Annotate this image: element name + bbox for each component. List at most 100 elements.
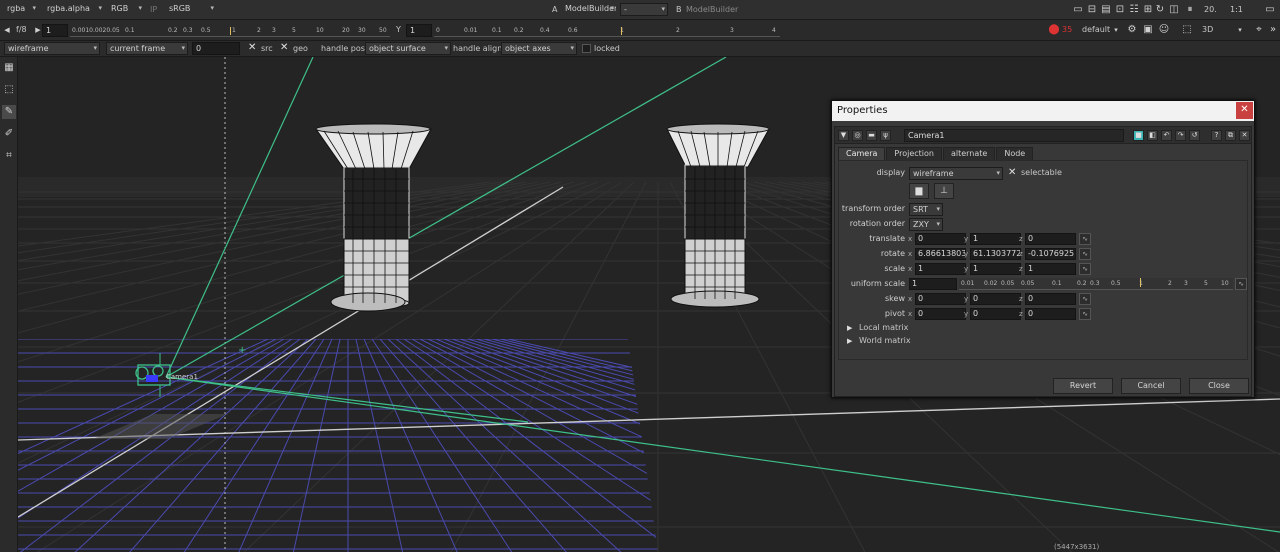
uniform-scale-handle[interactable] xyxy=(1140,278,1141,287)
node-name-field[interactable]: Camera1 xyxy=(904,129,1124,142)
snap-menu-icon[interactable]: ⊥ xyxy=(934,183,954,199)
properties-close-icon[interactable]: ✕ xyxy=(1236,102,1253,119)
gamma-slider-handle[interactable] xyxy=(621,27,622,35)
view-mode-dropdown[interactable]: 3D xyxy=(1202,24,1213,36)
uniform-scale-field[interactable]: 1 xyxy=(909,278,957,290)
gain-slider-handle[interactable] xyxy=(230,27,231,35)
rotate-animation-icon[interactable]: ∿ xyxy=(1079,248,1091,260)
ip-toggle[interactable]: IP xyxy=(150,4,157,16)
rotate-x-field[interactable]: 6.86613803 xyxy=(915,248,966,260)
lut-dropdown[interactable]: default xyxy=(1082,24,1110,36)
tab-camera[interactable]: Camera xyxy=(838,147,886,160)
world-matrix-label[interactable]: World matrix xyxy=(859,335,911,347)
fstop-left-arrow-icon[interactable]: ◀ xyxy=(3,24,11,36)
local-matrix-expand-icon[interactable]: ▶ xyxy=(847,322,852,334)
frame-value-field[interactable]: 0 xyxy=(192,42,240,55)
local-matrix-label[interactable]: Local matrix xyxy=(859,322,908,334)
display-channel-dropdown[interactable]: RGB xyxy=(108,3,144,16)
translate-z-field[interactable]: 0 xyxy=(1025,233,1076,245)
channels-dropdown[interactable]: rgba xyxy=(4,3,38,16)
render-mode-dropdown[interactable]: wireframe xyxy=(4,42,100,55)
selectable-checkbox[interactable]: ✕ xyxy=(1008,167,1016,179)
split-icon[interactable]: ◫ xyxy=(1168,4,1180,16)
fstop-value[interactable]: f/8 xyxy=(16,24,27,36)
float-icon[interactable]: ⧉ xyxy=(1225,130,1236,141)
camera-icon[interactable]: ⌖ xyxy=(1254,24,1264,36)
zoom-dropdown[interactable]: 20. xyxy=(1204,4,1217,16)
select-region-icon[interactable]: ⬚ xyxy=(2,83,16,97)
gain-field[interactable]: 1 xyxy=(42,24,68,37)
close-button[interactable]: Close xyxy=(1189,378,1249,394)
refresh-icon[interactable]: ↻ xyxy=(1154,4,1166,16)
handle-pos-dropdown[interactable]: object surface xyxy=(365,42,451,55)
display-dropdown[interactable]: wireframe xyxy=(909,167,1003,180)
translate-x-field[interactable]: 0 xyxy=(915,233,966,245)
tab-node[interactable]: Node xyxy=(996,147,1034,160)
src-checkbox[interactable]: ✕ xyxy=(248,42,256,54)
safe-area-icon[interactable]: ⬚ xyxy=(1180,24,1194,36)
float-panel-icon[interactable]: ◎ xyxy=(852,130,863,141)
file-menu-icon[interactable]: ▆ xyxy=(909,183,929,199)
cancel-button[interactable]: Cancel xyxy=(1121,378,1181,394)
pivot-z-field[interactable]: 0 xyxy=(1025,308,1076,320)
pivot-y-field[interactable]: 0 xyxy=(970,308,1021,320)
skew-y-field[interactable]: 0 xyxy=(970,293,1021,305)
pivot-x-field[interactable]: 0 xyxy=(915,308,966,320)
handle-align-dropdown[interactable]: object axes xyxy=(501,42,577,55)
geo-checkbox[interactable]: ✕ xyxy=(280,42,288,54)
wrench-icon[interactable]: ✎ xyxy=(2,105,16,119)
skew-z-field[interactable]: 0 xyxy=(1025,293,1076,305)
gl-color-icon[interactable]: ◧ xyxy=(1147,130,1158,141)
frame-mode-dropdown[interactable]: current frame xyxy=(106,42,188,55)
undo-icon[interactable]: ↶ xyxy=(1161,130,1172,141)
rotate-z-field[interactable]: -0.1076925 xyxy=(1025,248,1076,260)
rotate-y-field[interactable]: 61.1303772 xyxy=(970,248,1021,260)
uniform-scale-slider[interactable]: 0.01 0.02 0.05 0.05 0.1 0.2 0.3 0.5 1 2 … xyxy=(959,278,1233,290)
tab-projection[interactable]: Projection xyxy=(886,147,942,160)
collapse-triangle-icon[interactable]: ▼ xyxy=(838,130,849,141)
scale-x-field[interactable]: 1 xyxy=(915,263,966,275)
skew-animation-icon[interactable]: ∿ xyxy=(1079,293,1091,305)
input-b-dropdown[interactable]: ModelBuilder xyxy=(686,4,738,16)
stop-frame[interactable]: 35 xyxy=(1062,24,1072,36)
collapse-icon[interactable]: » xyxy=(1268,24,1278,36)
transform-order-dropdown[interactable]: SRT xyxy=(909,203,943,216)
scale-y-field[interactable]: 1 xyxy=(970,263,1021,275)
input-mode-dropdown[interactable]: - xyxy=(620,3,668,16)
skew-x-field[interactable]: 0 xyxy=(915,293,966,305)
overlay-icon[interactable]: ▤ xyxy=(1100,4,1112,16)
brush-icon[interactable]: ✐ xyxy=(2,127,16,141)
scale-animation-icon[interactable]: ∿ xyxy=(1079,263,1091,275)
gamma-field[interactable]: 1 xyxy=(406,24,432,37)
uniform-scale-animation-icon[interactable]: ∿ xyxy=(1235,278,1247,290)
close-node-icon[interactable]: ✕ xyxy=(1239,130,1250,141)
checkerboard-icon[interactable]: ☷ xyxy=(1128,4,1140,16)
guides-icon[interactable]: ⊞ xyxy=(1142,4,1154,16)
revert-button[interactable]: Revert xyxy=(1053,378,1113,394)
world-matrix-expand-icon[interactable]: ▶ xyxy=(847,335,852,347)
tab-alternate[interactable]: alternate xyxy=(942,147,996,160)
pause-icon[interactable]: ⏸ xyxy=(1184,4,1196,16)
node-icon[interactable]: ⚙ xyxy=(1126,24,1138,36)
roi-box-icon[interactable]: ▣ xyxy=(1142,24,1154,36)
colorspace-dropdown[interactable]: sRGB xyxy=(166,3,216,16)
clipping-icon[interactable]: ⊟ xyxy=(1086,4,1098,16)
node-info-icon[interactable]: ▬ xyxy=(866,130,877,141)
translate-animation-icon[interactable]: ∿ xyxy=(1079,233,1091,245)
node-color-icon[interactable]: ■ xyxy=(1133,130,1144,141)
viewer-icon[interactable]: ψ xyxy=(880,130,891,141)
cards-icon[interactable]: ▦ xyxy=(2,61,16,75)
scale-z-field[interactable]: 1 xyxy=(1025,263,1076,275)
translate-y-field[interactable]: 1 xyxy=(970,233,1021,245)
pivot-animation-icon[interactable]: ∿ xyxy=(1079,308,1091,320)
alpha-channel-dropdown[interactable]: rgba.alpha xyxy=(44,3,104,16)
view-mode-chevron-down-icon[interactable]: ▾ xyxy=(1236,24,1244,36)
transform-handle-icon[interactable]: ⌗ xyxy=(2,149,16,163)
help-icon[interactable]: ? xyxy=(1211,130,1222,141)
rotation-order-dropdown[interactable]: ZXY xyxy=(909,218,943,231)
stop-icon[interactable]: ⬤ xyxy=(1048,24,1060,36)
proxy-dropdown[interactable]: 1:1 xyxy=(1230,4,1243,16)
locked-checkbox[interactable] xyxy=(582,44,591,53)
input-a-dropdown[interactable]: ModelBuilder xyxy=(562,3,616,16)
expand-icon[interactable]: ▭ xyxy=(1264,4,1276,16)
